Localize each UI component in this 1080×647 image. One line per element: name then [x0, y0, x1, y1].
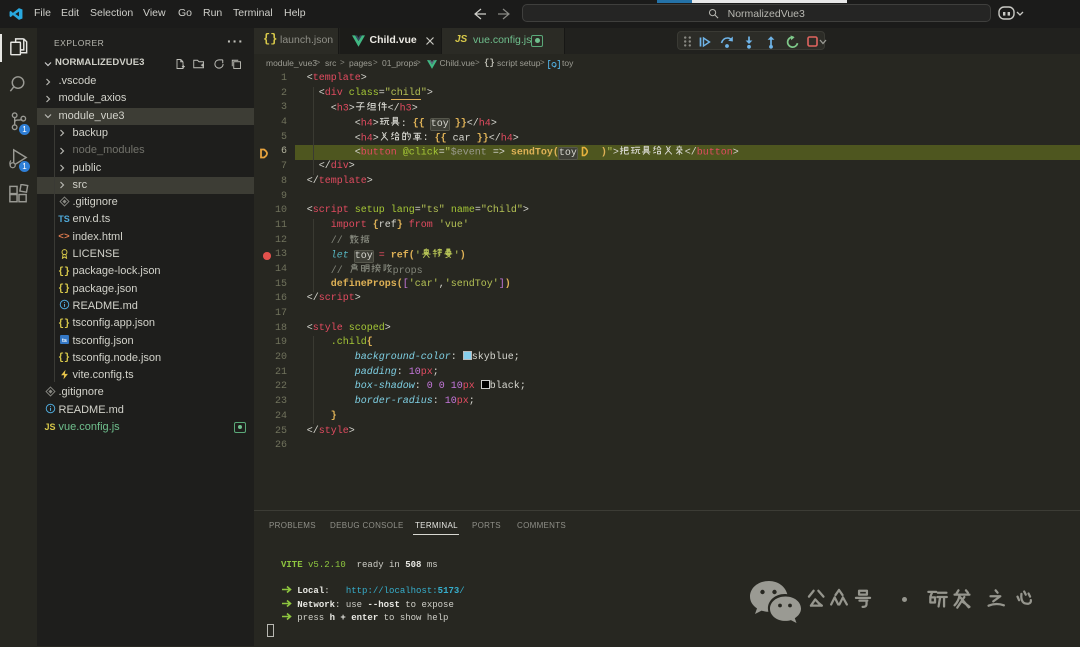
svg-text:ts: ts — [62, 338, 67, 344]
